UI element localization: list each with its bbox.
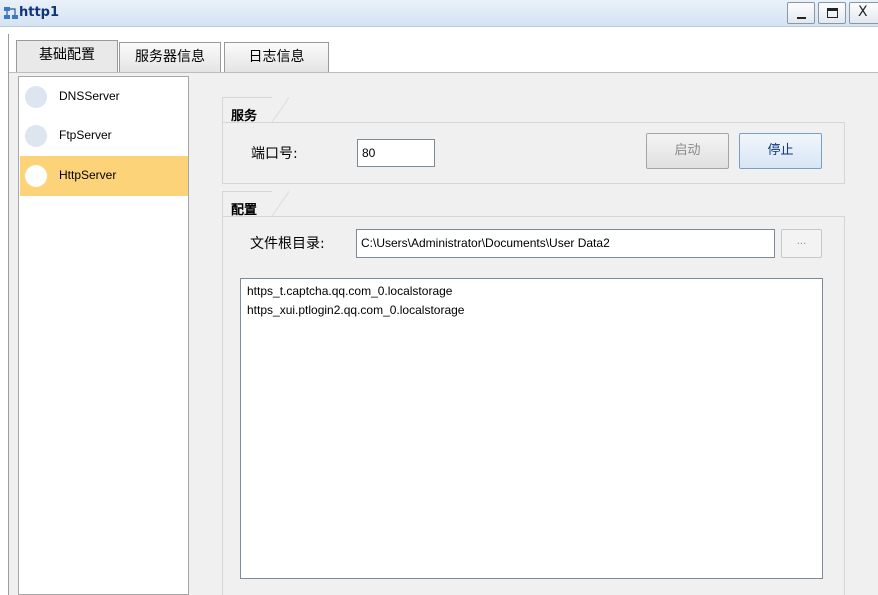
server-item-dns[interactable]: DNSServer (20, 77, 188, 117)
list-item[interactable]: https_xui.ptlogin2.qq.com_0.localstorage (247, 303, 464, 317)
config-group-tab-edge (271, 191, 289, 217)
close-button[interactable]: X (849, 2, 878, 24)
server-status-icon (25, 125, 47, 147)
title-bar: http1 X (0, 0, 878, 27)
server-status-icon (25, 86, 47, 108)
tab-log-info[interactable]: 日志信息 (224, 42, 329, 72)
server-status-icon (25, 165, 47, 187)
close-icon: X (858, 4, 868, 20)
maximize-icon (827, 8, 838, 18)
tab-basic-config[interactable]: 基础配置 (16, 40, 118, 73)
tab-server-info[interactable]: 服务器信息 (119, 42, 221, 72)
app-icon (4, 7, 18, 19)
root-dir-label: 文件根目录: (250, 236, 325, 252)
server-item-label: DNSServer (59, 89, 120, 103)
service-group-title: 服务 (231, 109, 258, 124)
file-list[interactable]: https_t.captcha.qq.com_0.localstorage ht… (240, 278, 823, 579)
service-group-tab-edge (271, 97, 289, 123)
maximize-button[interactable] (818, 2, 846, 24)
server-list: DNSServer FtpServer HttpServer (18, 76, 189, 595)
port-label: 端口号: (251, 146, 298, 162)
minimize-button[interactable] (787, 2, 815, 24)
server-item-label: HttpServer (59, 168, 117, 182)
window-title: http1 (19, 5, 60, 20)
root-dir-input[interactable]: C:\Users\Administrator\Documents\User Da… (356, 229, 775, 258)
minimize-icon (797, 17, 806, 19)
stop-button[interactable]: 停止 (739, 133, 822, 169)
browse-button[interactable]: ... (781, 229, 822, 258)
server-item-ftp[interactable]: FtpServer (20, 116, 188, 156)
server-item-label: FtpServer (59, 128, 112, 142)
config-group-title: 配置 (231, 203, 258, 218)
server-item-http[interactable]: HttpServer (20, 156, 188, 196)
port-input[interactable]: 80 (357, 139, 435, 167)
list-item[interactable]: https_t.captcha.qq.com_0.localstorage (247, 284, 452, 298)
start-button[interactable]: 启动 (646, 133, 729, 169)
